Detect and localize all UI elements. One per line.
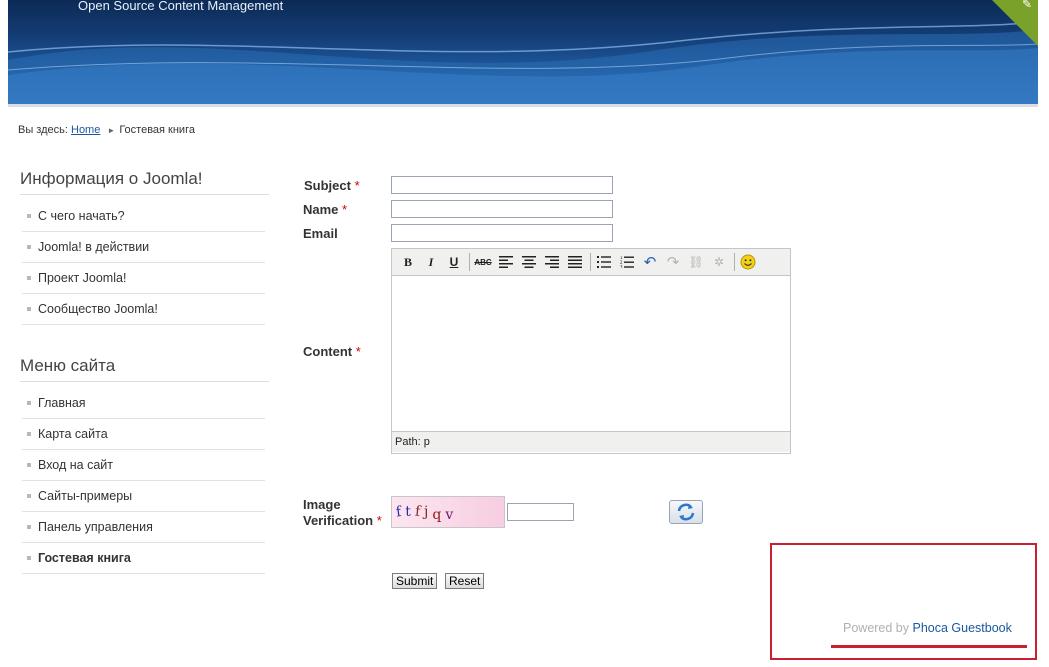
menu-item-joomla-project[interactable]: Проект Joomla!	[22, 263, 265, 294]
editor-toolbar: B I U ABC 123 ↶ ↷ ⛓ ✲	[392, 249, 790, 276]
undo-icon[interactable]: ↶	[640, 252, 660, 272]
captcha-char: f	[414, 503, 425, 521]
italic-button[interactable]: I	[421, 252, 441, 272]
content-label: Content *	[303, 344, 361, 359]
subject-input[interactable]	[391, 176, 613, 194]
refresh-icon	[677, 503, 695, 521]
menu-item-sitemap[interactable]: Карта сайта	[22, 419, 265, 450]
subject-label: Subject *	[304, 178, 360, 193]
bold-button[interactable]: B	[398, 252, 418, 272]
menu-item-joomla-community[interactable]: Сообщество Joomla!	[22, 294, 265, 325]
captcha-char: j	[424, 504, 433, 520]
bullet-list-icon[interactable]	[594, 252, 614, 272]
required-mark: *	[355, 344, 361, 359]
module-title-joomla-info: Информация о Joomla!	[20, 169, 269, 195]
powered-by-text: Powered by	[843, 621, 910, 635]
breadcrumb-arrow-icon: ►	[107, 126, 116, 135]
menu-item-guestbook[interactable]: Гостевая книга	[22, 543, 265, 574]
submit-button[interactable]: Submit	[392, 573, 438, 589]
refresh-captcha-button[interactable]	[669, 500, 703, 524]
editor-path-bar: Path: p	[392, 431, 790, 452]
menu-item-joomla-in-action[interactable]: Joomla! в действии	[22, 232, 265, 263]
toolbar-separator	[590, 253, 591, 271]
header-divider	[8, 104, 1038, 107]
name-label-text: Name	[303, 202, 339, 217]
smiley-icon[interactable]	[738, 252, 758, 272]
captcha-input[interactable]	[507, 503, 574, 521]
breadcrumb-prefix: Вы здесь:	[18, 124, 68, 136]
module-title-site-menu: Меню сайта	[20, 356, 269, 382]
menu-item-login[interactable]: Вход на сайт	[22, 450, 265, 481]
image-verification-label: Image Verification *	[303, 497, 382, 529]
link-icon[interactable]: ⛓	[686, 252, 706, 272]
highlight-box	[770, 543, 1037, 660]
required-mark: *	[376, 513, 382, 528]
captcha-char: q	[432, 507, 446, 523]
highlight-underline	[831, 645, 1027, 648]
email-input[interactable]	[391, 224, 613, 242]
underline-button[interactable]: U	[444, 252, 464, 272]
phoca-guestbook-link[interactable]: Phoca Guestbook	[913, 621, 1012, 635]
joomla-info-menu: С чего начать? Joomla! в действии Проект…	[22, 201, 265, 325]
header-waves	[8, 21, 1038, 104]
site-menu: Главная Карта сайта Вход на сайт Сайты-п…	[22, 388, 265, 574]
toolbar-separator	[469, 253, 470, 271]
name-label: Name *	[303, 202, 347, 217]
toolbar-separator	[734, 253, 735, 271]
name-input[interactable]	[391, 200, 613, 218]
justify-icon[interactable]	[565, 252, 585, 272]
captcha-image: f t f j q v	[391, 496, 505, 528]
redo-icon[interactable]: ↷	[663, 252, 683, 272]
align-right-icon[interactable]	[542, 252, 562, 272]
required-mark: *	[342, 202, 348, 217]
unlink-icon[interactable]: ✲	[709, 252, 729, 272]
menu-item-getting-started[interactable]: С чего начать?	[22, 201, 265, 232]
subject-label-text: Subject	[304, 178, 351, 193]
email-label: Email	[303, 226, 338, 241]
menu-item-example-sites[interactable]: Сайты-примеры	[22, 481, 265, 512]
editor-content-area[interactable]	[392, 276, 790, 431]
site-subtitle: Open Source Content Management	[78, 0, 284, 13]
powered-by: Powered by Phoca Guestbook	[843, 621, 1012, 635]
strikethrough-button[interactable]: ABC	[473, 252, 493, 272]
image-verification-label-line1: Image	[303, 497, 341, 512]
menu-item-home[interactable]: Главная	[22, 388, 265, 419]
align-center-icon[interactable]	[519, 252, 539, 272]
content-label-text: Content	[303, 344, 353, 359]
align-left-icon[interactable]	[496, 252, 516, 272]
content-editor: B I U ABC 123 ↶ ↷ ⛓ ✲ Path: p	[391, 248, 791, 454]
reset-button[interactable]: Reset	[445, 573, 485, 589]
menu-item-admin-panel[interactable]: Панель управления	[22, 512, 265, 543]
site-header: Open Source Content Management ✎	[8, 0, 1038, 104]
breadcrumb-current: Гостевая книга	[119, 124, 195, 136]
pencil-icon: ✎	[1021, 0, 1032, 11]
breadcrumb-home-link[interactable]: Home	[71, 124, 100, 136]
image-verification-label-line2: Verification	[303, 513, 374, 528]
svg-text:3: 3	[620, 265, 623, 269]
breadcrumb: Вы здесь: Home ► Гостевая книга	[18, 124, 195, 136]
captcha-char: v	[445, 507, 458, 523]
numbered-list-icon[interactable]: 123	[617, 252, 637, 272]
required-mark: *	[354, 178, 360, 193]
